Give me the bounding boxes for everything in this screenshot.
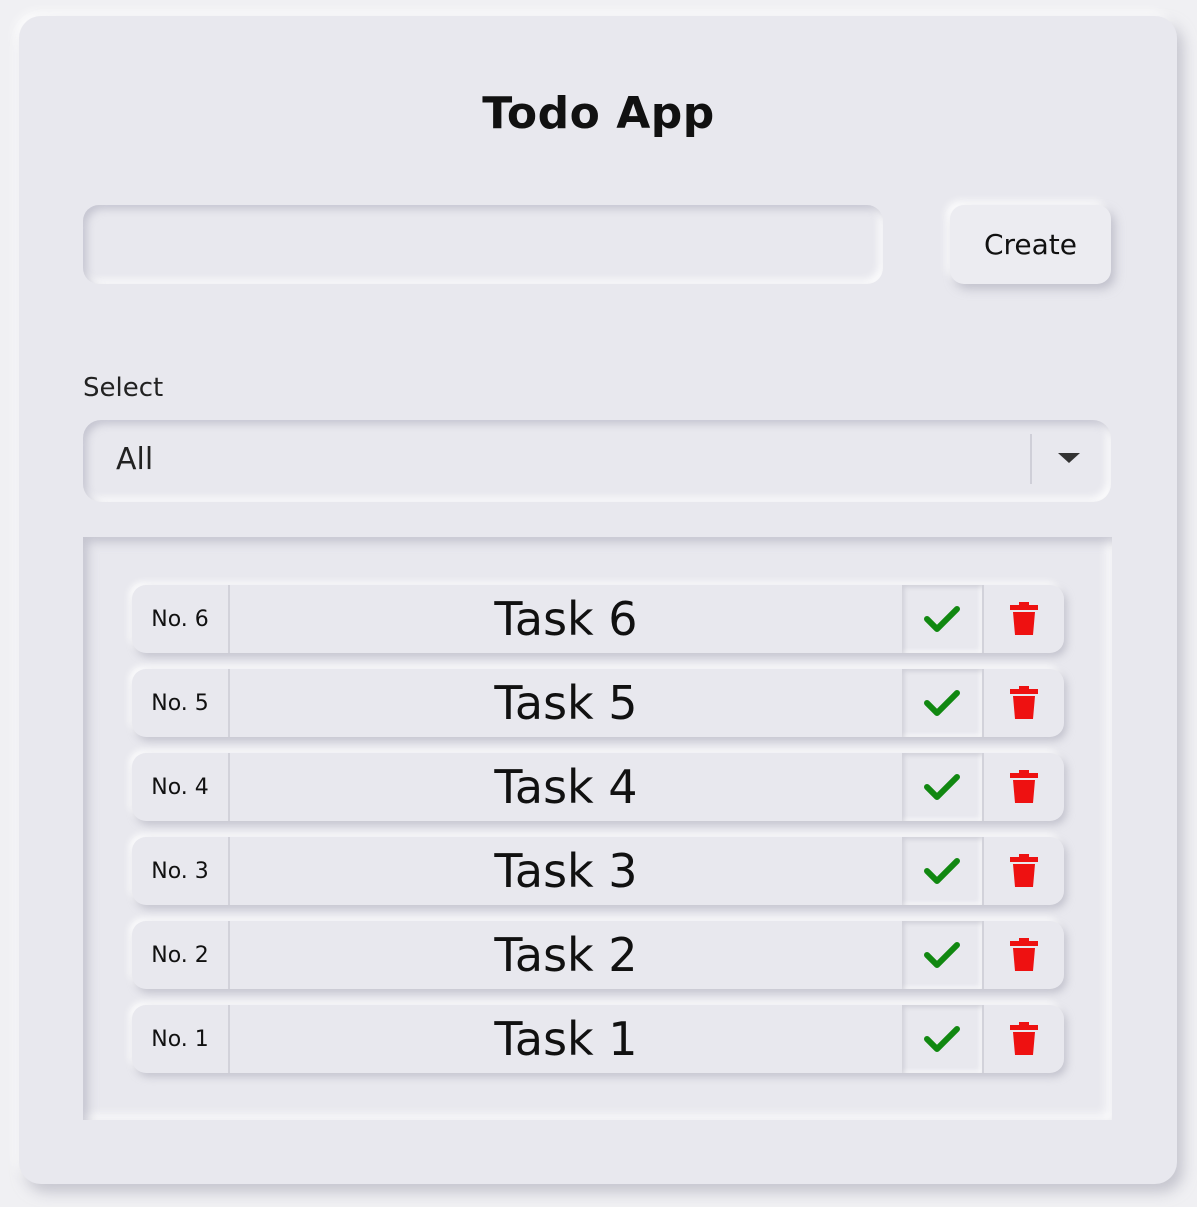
check-icon [924,690,960,716]
todo-row: No. 4 Task 4 [132,753,1064,821]
new-todo-input[interactable] [83,205,883,284]
trash-icon [1010,686,1038,719]
complete-button[interactable] [902,585,984,653]
todo-number: No. 2 [132,921,230,989]
todo-number: No. 4 [132,753,230,821]
check-icon [924,774,960,800]
complete-button[interactable] [902,921,984,989]
delete-button[interactable] [984,585,1064,653]
todo-text: Task 6 [494,592,638,646]
select-divider [1030,434,1032,484]
todo-row: No. 1 Task 1 [132,1005,1064,1073]
todo-number: No. 6 [132,585,230,653]
todo-row: No. 5 Task 5 [132,669,1064,737]
todo-text: Task 4 [494,760,638,814]
todo-number: No. 1 [132,1005,230,1073]
chevron-down-icon[interactable] [1058,453,1080,463]
todo-row: No. 2 Task 2 [132,921,1064,989]
check-icon [924,1026,960,1052]
create-button[interactable]: Create [950,205,1111,284]
delete-button[interactable] [984,921,1064,989]
check-icon [924,858,960,884]
filter-label: Select [83,373,164,403]
todo-number: No. 5 [132,669,230,737]
todo-number: No. 3 [132,837,230,905]
page-title: Todo App [482,88,715,139]
filter-selected-value: All [116,442,154,477]
complete-button[interactable] [902,837,984,905]
check-icon [924,606,960,632]
todo-row: No. 6 Task 6 [132,585,1064,653]
todo-text: Task 2 [494,928,638,982]
filter-select[interactable]: All [83,420,1111,502]
todo-row: No. 3 Task 3 [132,837,1064,905]
trash-icon [1010,1022,1038,1055]
delete-button[interactable] [984,669,1064,737]
complete-button[interactable] [902,669,984,737]
trash-icon [1010,938,1038,971]
check-icon [924,942,960,968]
complete-button[interactable] [902,753,984,821]
trash-icon [1010,854,1038,887]
trash-icon [1010,602,1038,635]
todo-list: No. 6 Task 6 No. 5 Task 5 No. 4 Task 4 N… [83,537,1112,1120]
todo-text: Task 1 [494,1012,638,1066]
delete-button[interactable] [984,1005,1064,1073]
todo-text: Task 5 [494,676,638,730]
todo-text: Task 3 [494,844,638,898]
trash-icon [1010,770,1038,803]
complete-button[interactable] [902,1005,984,1073]
delete-button[interactable] [984,837,1064,905]
delete-button[interactable] [984,753,1064,821]
